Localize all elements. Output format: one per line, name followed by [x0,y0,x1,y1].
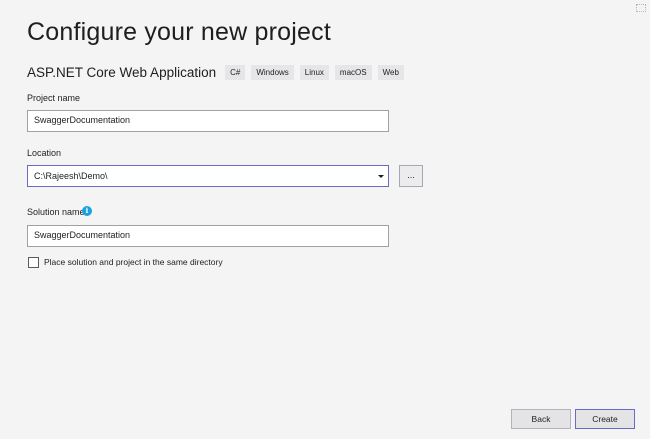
create-button[interactable]: Create [575,409,635,429]
same-directory-checkbox[interactable] [28,256,39,268]
location-select[interactable]: C:\Rajeesh\Demo\ [27,165,389,187]
location-value: C:\Rajeesh\Demo\ [34,171,108,181]
tag-linux: Linux [299,64,329,80]
project-name-label: Project name [27,93,81,103]
chevron-down-icon[interactable] [378,175,384,178]
location-label: Location [27,148,62,158]
project-name-input[interactable]: SwaggerDocumentation [27,110,389,132]
tag-csharp: C# [225,64,246,80]
same-directory-option[interactable]: Place solution and project in the same d… [28,256,223,268]
solution-name-label: Solution name [27,207,85,217]
window-corner-mark [636,4,646,12]
configure-project-window: Configure your new project ASP.NET Core … [0,0,650,439]
template-name: ASP.NET Core Web Application [27,64,217,80]
solution-name-input[interactable]: SwaggerDocumentation [27,225,389,247]
tag-windows: Windows [251,64,294,80]
info-icon[interactable]: i [82,206,92,216]
template-row: ASP.NET Core Web Application C# Windows … [27,63,410,81]
tag-web: Web [377,64,404,80]
back-button[interactable]: Back [511,409,571,429]
page-title: Configure your new project [27,18,331,46]
browse-location-button[interactable]: ... [399,165,423,187]
tag-macos: macOS [334,64,372,80]
same-directory-label: Place solution and project in the same d… [44,257,223,267]
